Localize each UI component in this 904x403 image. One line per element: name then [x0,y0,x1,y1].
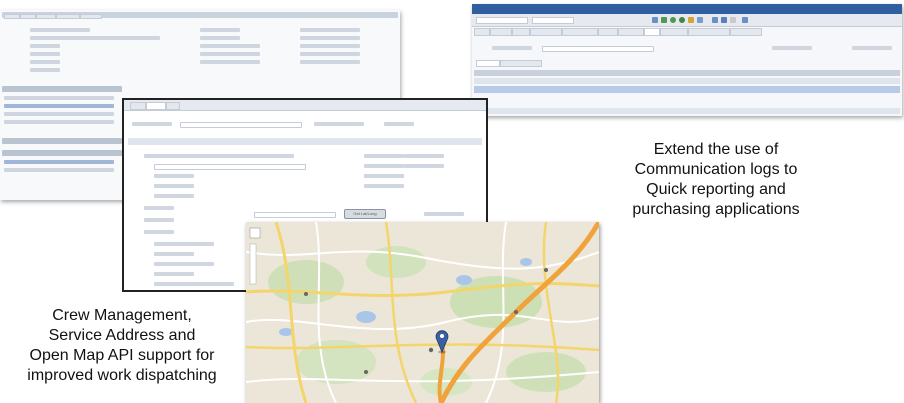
left-caption-line-3: Open Map API support for [29,347,215,364]
left-caption: Crew Management, Service Address and Ope… [2,306,242,386]
left-caption-line-4: improved work dispatching [27,367,217,384]
map-view[interactable] [246,222,599,403]
right-caption-line-2: Communication logs to [634,161,798,178]
right-caption: Extend the use of Communication logs to … [608,140,824,220]
zoom-control[interactable] [249,227,261,239]
tab-map[interactable] [166,102,180,110]
map-canvas[interactable] [246,222,599,403]
toolbar-select-2[interactable] [532,17,574,24]
right-caption-line-1: Extend the use of [653,141,779,158]
toolbar-select[interactable] [476,17,528,24]
tab-address[interactable] [146,102,166,110]
tab-tasks[interactable] [644,28,660,36]
tab-main[interactable] [130,102,146,110]
communication-log-screenshot [472,4,902,116]
toolbar-icons[interactable] [652,16,772,24]
selected-task-row[interactable] [474,86,900,93]
zoom-slider[interactable] [249,243,257,285]
left-caption-line-1: Crew Management, [52,307,192,324]
right-caption-line-4: purchasing applications [632,201,800,218]
get-lat-long-button[interactable]: Get Lat/Long [344,209,386,219]
right-caption-line-3: Quick reporting and [646,181,786,198]
title-bar [472,4,902,14]
left-caption-line-2: Service Address and [48,327,196,344]
